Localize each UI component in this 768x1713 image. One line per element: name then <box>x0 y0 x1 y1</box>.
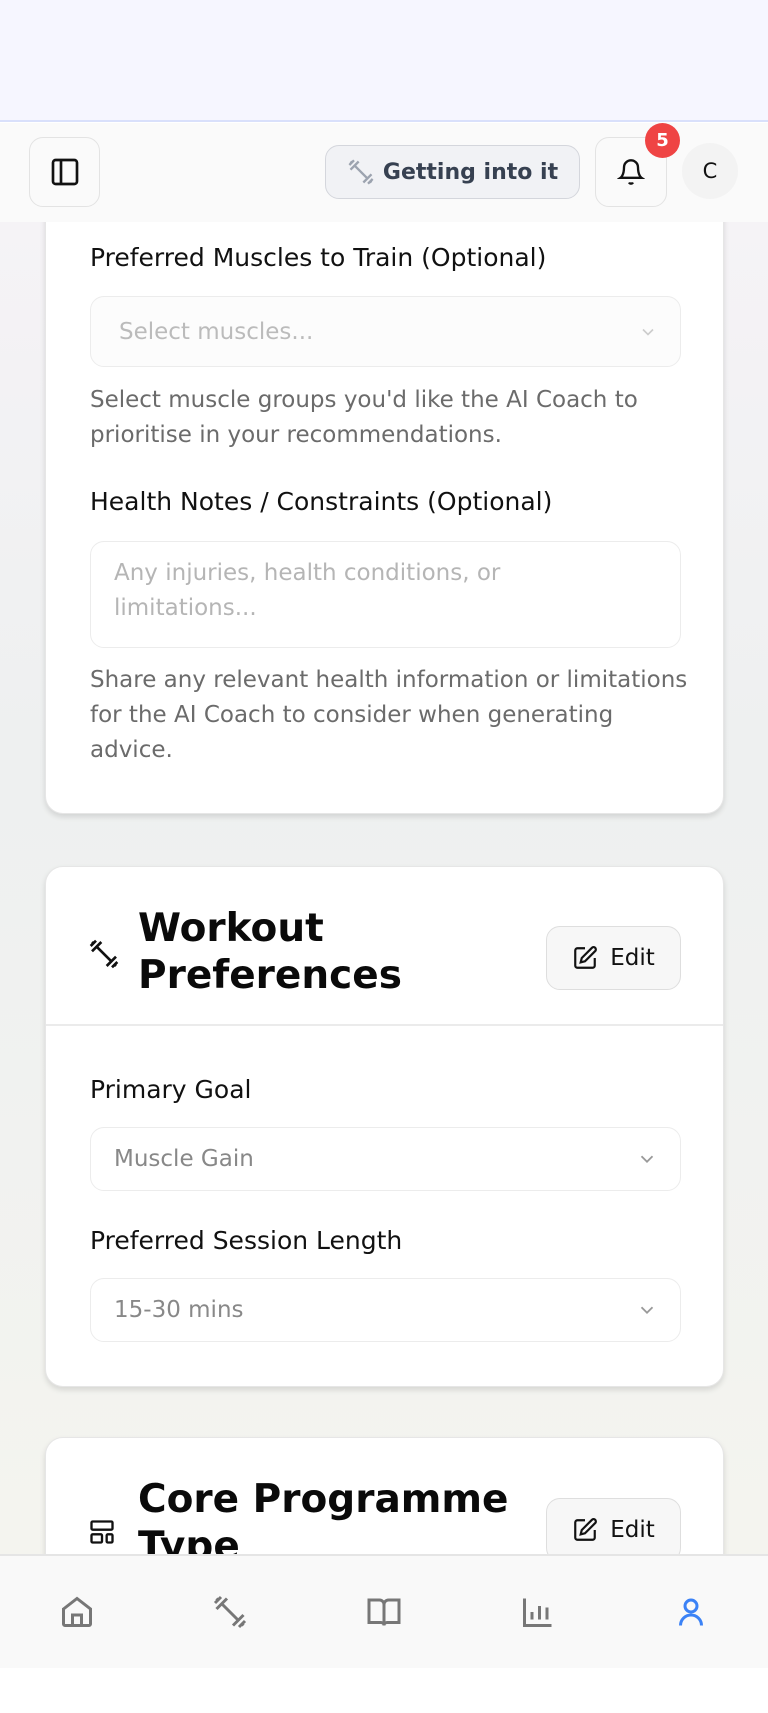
bell-icon <box>617 159 645 185</box>
dumbbell-icon <box>89 939 119 969</box>
card-title: Workout Preferences <box>138 906 402 998</box>
bar-chart-icon <box>522 1598 552 1627</box>
nav-home[interactable] <box>37 1594 117 1630</box>
notification-count-badge: 5 <box>645 123 680 158</box>
session-value: 15-30 mins <box>114 1297 244 1323</box>
sidebar-icon <box>51 158 78 186</box>
top-band <box>0 0 768 122</box>
goal-value: Muscle Gain <box>114 1146 254 1172</box>
card-title: Core Programme Type <box>138 1477 509 1554</box>
session-label: Preferred Session Length <box>90 1226 403 1255</box>
bottom-nav <box>0 1554 768 1668</box>
notes-textarea[interactable]: Any injuries, health conditions, or limi… <box>90 541 681 648</box>
main-content[interactable]: Preferred Muscles to Train (Optional) Se… <box>0 222 768 1554</box>
notes-label: Health Notes / Constraints (Optional) <box>90 487 553 516</box>
notes-help: Share any relevant health information or… <box>90 667 688 763</box>
goal-select[interactable]: Muscle Gain <box>90 1127 681 1191</box>
level-label: Getting into it <box>382 159 559 185</box>
home-icon <box>61 1596 92 1627</box>
goal-label: Primary Goal <box>90 1075 252 1104</box>
nav-profile[interactable] <box>651 1594 731 1630</box>
edit-programme-button[interactable]: Edit <box>546 1498 681 1554</box>
dumbbell-icon <box>348 159 374 185</box>
muscles-placeholder: Select muscles... <box>119 318 314 345</box>
nav-stats[interactable] <box>498 1594 578 1630</box>
nav-workouts[interactable] <box>190 1594 270 1630</box>
edit-label: Edit <box>610 945 655 971</box>
divider <box>46 1024 723 1026</box>
health-card: Preferred Muscles to Train (Optional) Se… <box>45 222 724 814</box>
core-programme-card: Core Programme Type Edit <box>45 1437 724 1554</box>
edit-workout-button[interactable]: Edit <box>546 926 681 990</box>
session-select[interactable]: 15-30 mins <box>90 1278 681 1342</box>
muscles-help: Select muscle groups you'd like the AI C… <box>90 387 638 448</box>
edit-icon <box>574 946 598 969</box>
chevron-down-icon <box>640 1306 654 1315</box>
workout-preferences-card: Workout Preferences Edit Primary Goal Mu… <box>45 866 724 1387</box>
avatar[interactable]: C <box>682 143 738 199</box>
user-icon <box>679 1598 704 1626</box>
layout-icon <box>90 1520 114 1544</box>
sidebar-toggle-button[interactable] <box>29 137 100 207</box>
book-open-icon <box>367 1598 401 1626</box>
level-badge[interactable]: Getting into it <box>325 145 580 199</box>
dumbbell-icon <box>214 1595 247 1629</box>
chevron-down-icon <box>640 1155 654 1164</box>
nav-library[interactable] <box>344 1594 424 1630</box>
chevron-down-icon <box>642 328 654 336</box>
edit-icon <box>574 1518 598 1541</box>
muscles-label: Preferred Muscles to Train (Optional) <box>90 243 547 272</box>
avatar-initial: C <box>702 159 718 183</box>
edit-label: Edit <box>610 1517 655 1543</box>
muscles-select[interactable]: Select muscles... <box>90 296 681 367</box>
notes-placeholder: Any injuries, health conditions, or limi… <box>114 560 501 621</box>
